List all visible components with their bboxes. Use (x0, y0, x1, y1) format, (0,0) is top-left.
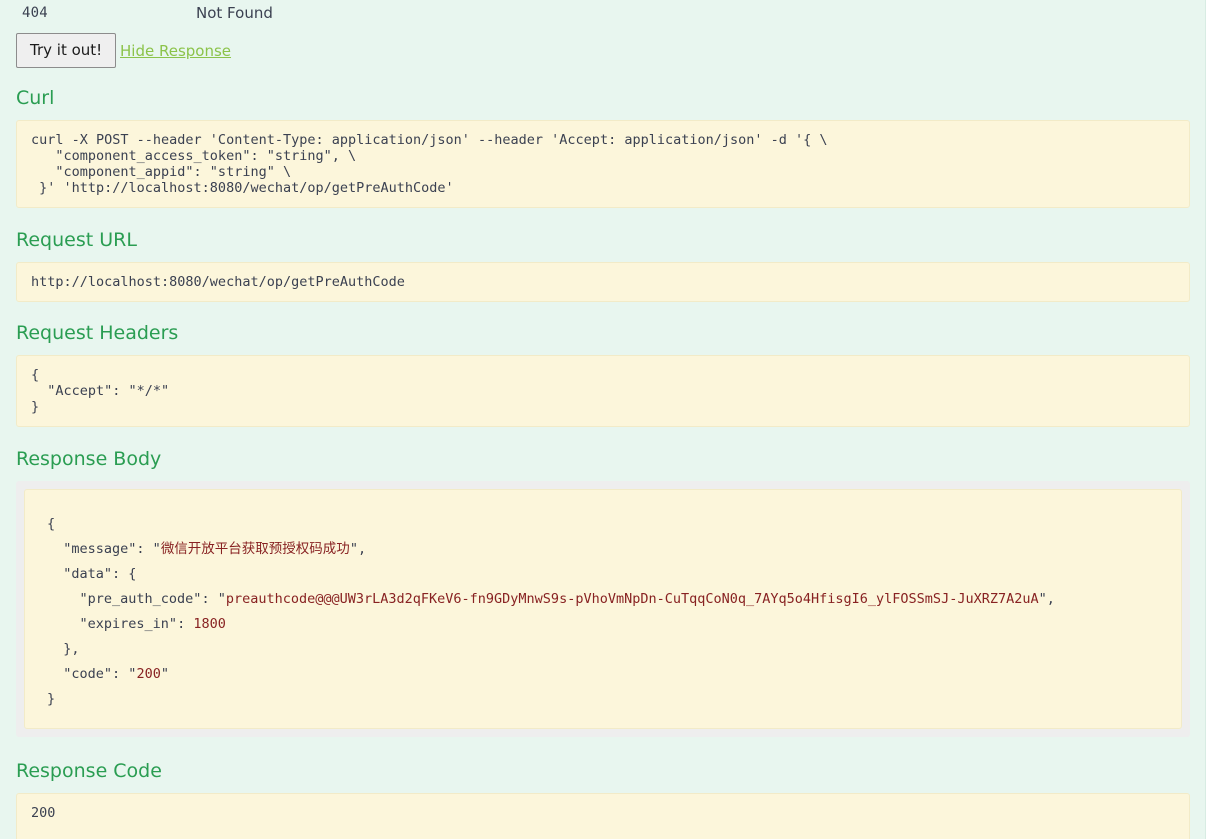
response-status-row: 404 Not Found (0, 0, 1205, 28)
request-url-block[interactable]: http://localhost:8080/wechat/op/getPreAu… (16, 261, 1190, 302)
json-value-expires-in: 1800 (193, 615, 226, 632)
json-key-data: "data" (63, 565, 113, 582)
response-body-block[interactable]: { "message": "微信开放平台获取预授权码成功", "data": {… (24, 488, 1182, 729)
response-code-block[interactable]: 200 (16, 792, 1190, 839)
json-key-code: "code" (63, 665, 113, 682)
response-code-heading: Response Code (16, 760, 162, 782)
json-value-message: 微信开放平台获取预授权码成功 (160, 540, 350, 557)
json-key-message: "message" (63, 540, 137, 557)
response-code-section: Response Code 200 (0, 760, 1205, 839)
request-headers-heading: Request Headers (16, 322, 179, 344)
request-url-heading: Request URL (16, 229, 137, 251)
status-text: Not Found (196, 4, 273, 22)
hide-response-link[interactable]: Hide Response (120, 42, 231, 60)
try-it-out-button[interactable]: Try it out! (16, 33, 117, 68)
swagger-response-panel: 404 Not Found Try it out! Hide Response … (0, 0, 1206, 839)
status-code: 404 (22, 5, 48, 21)
curl-section: Curl curl -X POST --header 'Content-Type… (0, 87, 1205, 208)
json-key-expires-in: "expires_in" (79, 615, 178, 632)
response-body-section: Response Body { "message": "微信开放平台获取预授权码… (0, 448, 1205, 737)
json-value-code: 200 (136, 665, 161, 682)
request-url-section: Request URL http://localhost:8080/wechat… (0, 229, 1205, 302)
request-headers-block[interactable]: { "Accept": "*/*" } (16, 354, 1190, 427)
response-body-heading: Response Body (16, 448, 162, 470)
json-key-pre-auth-code: "pre_auth_code" (79, 590, 202, 607)
json-value-pre-auth-code: preauthcode@@@UW3rLA3d2qFKeV6-fn9GDyMnwS… (225, 590, 1039, 607)
request-headers-section: Request Headers { "Accept": "*/*" } (0, 322, 1205, 427)
curl-heading: Curl (16, 87, 55, 109)
response-controls: Try it out! Hide Response (0, 33, 1205, 75)
curl-command-block[interactable]: curl -X POST --header 'Content-Type: app… (16, 119, 1190, 208)
response-body-wrapper: { "message": "微信开放平台获取预授权码成功", "data": {… (16, 480, 1190, 737)
